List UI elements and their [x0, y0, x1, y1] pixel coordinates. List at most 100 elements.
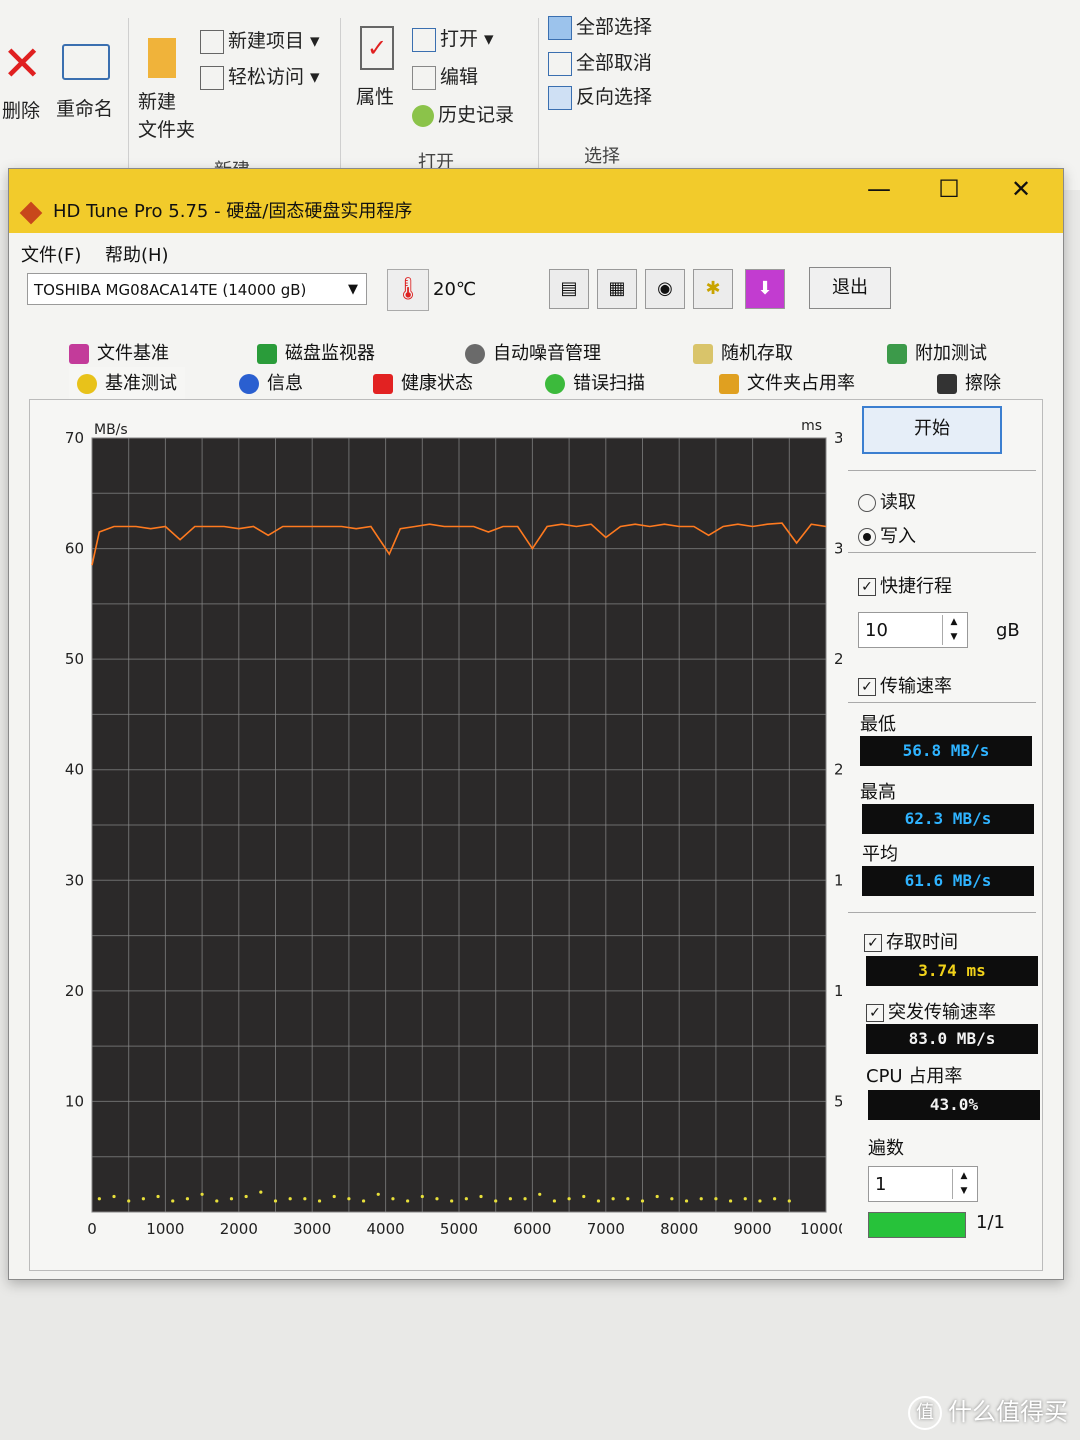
access-time-point: [787, 1199, 791, 1203]
divider: [848, 702, 1036, 703]
drive-select[interactable]: TOSHIBA MG08ACA14TE (14000 gB) ▼: [27, 273, 367, 305]
delete-icon[interactable]: ✕: [2, 40, 42, 88]
easy-access-button[interactable]: 轻松访问 ▾: [200, 62, 320, 90]
access-time-point: [97, 1197, 101, 1201]
access-time-point: [538, 1192, 542, 1196]
access-time-point: [200, 1192, 204, 1196]
access-time-point: [464, 1197, 468, 1201]
y2-tick-label: 35: [834, 429, 842, 447]
y2-tick-label: 20: [834, 761, 842, 779]
access-time-point: [684, 1199, 689, 1203]
select-none-button[interactable]: 全部取消: [548, 48, 652, 76]
rename-button[interactable]: 重命名: [56, 94, 113, 121]
menu-help[interactable]: 帮助(H): [105, 241, 169, 267]
read-radio[interactable]: 读取: [858, 488, 916, 514]
access-time-point: [420, 1194, 424, 1199]
access-time-point: [714, 1197, 718, 1201]
stepper-arrows-icon[interactable]: ▲ ▼: [952, 1169, 975, 1199]
x-tick-label: 7000: [587, 1220, 625, 1238]
history-button[interactable]: 历史记录: [412, 100, 514, 127]
write-radio[interactable]: 写入: [858, 522, 916, 548]
explorer-ribbon: ✕ 删除 重命名 新建 文件夹 新建项目 ▾ 轻松访问 ▾ 新建 ✓ 属性 打开…: [0, 0, 1080, 190]
access-time-point: [112, 1194, 116, 1199]
transfer-rate-checkbox[interactable]: ✓ 传输速率: [858, 672, 952, 698]
delete-button[interactable]: 删除: [2, 96, 40, 123]
tab-extra-tests[interactable]: 附加测试: [887, 337, 987, 371]
access-time-point: [259, 1190, 263, 1194]
divider: [848, 912, 1036, 913]
x-tick-label: 10000mB: [800, 1220, 842, 1238]
copy-text-icon: ▤: [560, 278, 578, 299]
y2-tick-label: 30: [834, 540, 842, 558]
access-time-point: [494, 1199, 498, 1203]
window-title: HD Tune Pro 5.75 - 硬盘/固态硬盘实用程序: [53, 201, 413, 222]
start-button[interactable]: 开始: [862, 406, 1002, 454]
stepper-arrows-icon[interactable]: ▲ ▼: [942, 615, 965, 645]
avg-readout: 61.6 MB/s: [862, 866, 1034, 896]
exit-button[interactable]: 退出: [809, 267, 891, 309]
tab-benchmark[interactable]: 基准测试: [69, 367, 185, 401]
divider: [848, 552, 1036, 553]
new-item-button[interactable]: 新建项目 ▾: [200, 26, 320, 54]
short-stroke-stepper[interactable]: 10 ▲ ▼: [858, 612, 968, 648]
invert-selection-button[interactable]: 反向选择: [548, 82, 652, 110]
access-time-point: [479, 1194, 483, 1199]
access-time-point: [552, 1199, 557, 1203]
access-time-point: [141, 1197, 145, 1201]
options-button[interactable]: ✱: [693, 269, 733, 309]
open-button[interactable]: 打开 ▾: [412, 24, 494, 52]
edit-button[interactable]: 编辑: [412, 62, 478, 90]
close-button[interactable]: ✕: [991, 171, 1051, 207]
tabs-top-row: 文件基准 磁盘监视器 自动噪音管理 随机存取 附加测试: [29, 337, 1039, 371]
tab-health[interactable]: 健康状态: [373, 367, 473, 401]
gear-icon: ✱: [705, 278, 721, 299]
tab-error-scan[interactable]: 错误扫描: [545, 367, 645, 401]
magnifier-icon: [545, 374, 565, 394]
access-time-point: [185, 1197, 190, 1201]
health-cross-icon: [373, 374, 393, 394]
chevron-down-icon: ▼: [348, 282, 358, 297]
access-time-point: [758, 1199, 762, 1203]
x-tick-label: 6000: [513, 1220, 551, 1238]
properties-button[interactable]: 属性: [356, 82, 394, 109]
short-stroke-checkbox[interactable]: ✓ 快捷行程: [858, 572, 952, 598]
new-folder-button[interactable]: 新建 文件夹: [138, 88, 195, 144]
edit-icon: [412, 65, 436, 90]
passes-label: 遍数: [868, 1138, 904, 1159]
copy-text-button[interactable]: ▤: [549, 269, 589, 309]
file-benchmark-icon: [69, 344, 89, 364]
access-time-point: [435, 1197, 439, 1201]
short-stroke-unit: gB: [996, 620, 1020, 641]
x-tick-label: 3000: [293, 1220, 331, 1238]
read-radio-dot: [858, 494, 876, 512]
tabs-bottom-row: 基准测试 信息 健康状态 错误扫描 文件夹占用率 擦除: [29, 367, 1039, 401]
save-button[interactable]: ⬇: [745, 269, 785, 309]
camera-button[interactable]: ◉: [645, 269, 685, 309]
tab-disk-monitor[interactable]: 磁盘监视器: [257, 337, 375, 371]
access-time-point: [582, 1194, 586, 1199]
menu-file[interactable]: 文件(F): [21, 241, 81, 267]
tab-file-benchmark[interactable]: 文件基准: [69, 337, 169, 371]
tab-random-access[interactable]: 随机存取: [693, 337, 793, 371]
min-readout: 56.8 MB/s: [860, 736, 1032, 766]
maximize-button[interactable]: ☐: [919, 171, 979, 207]
burst-rate-checkbox[interactable]: ✓ 突发传输速率: [866, 998, 996, 1024]
tab-folder-usage[interactable]: 文件夹占用率: [719, 367, 855, 401]
tab-aam[interactable]: 自动噪音管理: [465, 337, 601, 371]
access-time-point: [567, 1197, 571, 1201]
y2-tick-label: 25: [834, 650, 842, 668]
minimize-button[interactable]: —: [849, 171, 909, 207]
access-time-point: [127, 1199, 131, 1203]
cpu-usage-label: CPU 占用率: [866, 1066, 963, 1087]
y2-tick-label: 5: [834, 1092, 842, 1110]
tab-info[interactable]: 信息: [239, 367, 303, 401]
select-all-button[interactable]: 全部选择: [548, 12, 652, 40]
y-axis-label: MB/s: [94, 422, 128, 438]
passes-stepper[interactable]: 1 ▲ ▼: [868, 1166, 978, 1202]
benchmark-chart: 10 20 30 40 50 60 70 5 10 15 20 25 30 35 0 1000 2000 3000…: [65, 418, 842, 1238]
speaker-icon: [465, 344, 485, 364]
access-time-checkbox[interactable]: ✓ 存取时间: [864, 928, 958, 954]
tab-erase[interactable]: 擦除: [937, 367, 1001, 401]
write-radio-dot: [858, 528, 876, 546]
copy-screenshot-button[interactable]: ▦: [597, 269, 637, 309]
